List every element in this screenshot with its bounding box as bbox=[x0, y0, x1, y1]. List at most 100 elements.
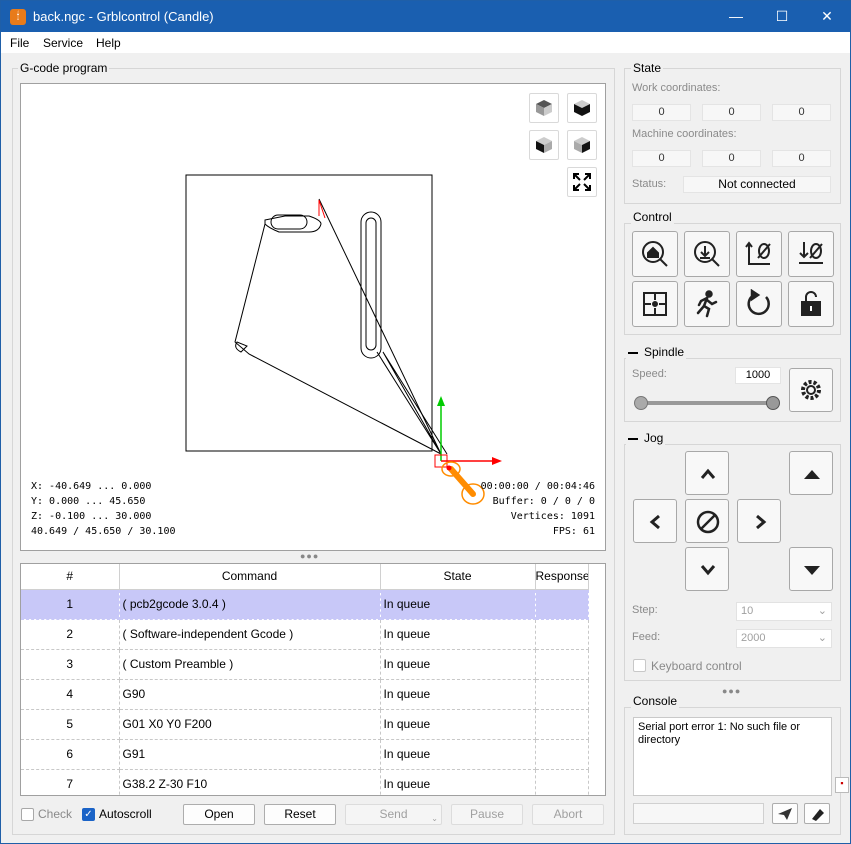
candle-logo-icon: 🕯 bbox=[10, 9, 26, 25]
jog-y-minus-button[interactable] bbox=[685, 547, 729, 591]
cell-state: In queue bbox=[380, 679, 536, 710]
cell-response bbox=[535, 619, 589, 650]
gcode-3d-viewer[interactable]: X: -40.649 ... 0.000 Y: 0.000 ... 45.650 Z… bbox=[20, 83, 606, 551]
speed-slider-min-handle[interactable] bbox=[634, 396, 648, 410]
keyboard-control-checkbox[interactable] bbox=[633, 659, 646, 672]
menu-service[interactable]: Service bbox=[43, 36, 83, 50]
reset-machine-button[interactable] bbox=[736, 281, 782, 327]
machine-y-field: 0 bbox=[702, 150, 761, 167]
fit-view-button[interactable] bbox=[567, 167, 597, 197]
open-button[interactable]: Open bbox=[183, 804, 255, 825]
view-iso-button[interactable] bbox=[567, 130, 597, 160]
console-output[interactable]: Serial port error 1: No such file or dir… bbox=[633, 717, 832, 796]
zero-xy-icon bbox=[745, 241, 771, 265]
step-combobox[interactable]: 10 ⌄ bbox=[736, 602, 832, 621]
restore-origin-icon bbox=[643, 292, 667, 316]
panel-splitter-handle[interactable]: ●●● bbox=[722, 686, 741, 696]
console-command-input[interactable] bbox=[633, 803, 764, 824]
close-button[interactable]: ✕ bbox=[804, 1, 850, 32]
view-left-button[interactable] bbox=[529, 130, 559, 160]
console-clear-button[interactable] bbox=[804, 803, 830, 824]
table-row[interactable]: 6 G91 In queue bbox=[21, 739, 589, 770]
unlock-icon bbox=[801, 291, 821, 316]
splitter-handle[interactable]: ●●● bbox=[300, 551, 319, 561]
triangle-up-icon bbox=[804, 470, 820, 479]
cell-num: 7 bbox=[21, 769, 120, 795]
slot-outer bbox=[360, 211, 382, 359]
check-label: Check bbox=[38, 807, 73, 821]
x-range-text: X: -40.649 ... 0.000 bbox=[31, 481, 152, 492]
view-front-button[interactable] bbox=[567, 93, 597, 123]
send-dropdown-icon: ⌄ bbox=[431, 814, 438, 823]
reset-button[interactable]: Reset bbox=[264, 804, 336, 825]
spindle-toggle-button[interactable] bbox=[789, 368, 833, 412]
col-header-num[interactable]: # bbox=[21, 564, 120, 590]
menu-file[interactable]: File bbox=[10, 36, 29, 50]
reset-icon bbox=[747, 289, 770, 316]
cell-num: 5 bbox=[21, 709, 120, 740]
pause-button[interactable]: Pause bbox=[451, 804, 523, 825]
stop-icon bbox=[696, 510, 720, 534]
cell-state: In queue bbox=[380, 619, 536, 650]
table-row[interactable]: 1( pcb2gcode 3.0.4 ) In queue bbox=[21, 589, 589, 620]
cell-num: 3 bbox=[21, 649, 120, 680]
jog-title-text: Jog bbox=[644, 431, 664, 445]
table-row[interactable]: 2( Software-independent Gcode ) In queue bbox=[21, 619, 589, 650]
cell-command: ( pcb2gcode 3.0.4 ) bbox=[119, 589, 381, 620]
table-row[interactable]: 7 G38.2 Z-30 F10 In queue bbox=[21, 769, 589, 795]
cell-state: In queue bbox=[380, 709, 536, 740]
collapse-dash-icon[interactable] bbox=[628, 437, 638, 440]
safe-position-icon bbox=[696, 290, 718, 318]
feed-combobox[interactable]: 2000 ⌄ bbox=[736, 629, 832, 648]
jog-stop-button[interactable] bbox=[685, 499, 729, 543]
col-header-command[interactable]: Command bbox=[119, 564, 381, 590]
col-header-state[interactable]: State bbox=[380, 564, 536, 590]
collapse-dash-icon[interactable] bbox=[628, 351, 638, 354]
table-row[interactable]: 4 G90 In queue bbox=[21, 679, 589, 710]
jog-x-plus-button[interactable] bbox=[737, 499, 781, 543]
view-top-button[interactable] bbox=[529, 93, 559, 123]
title-bar: 🕯 back.ngc - Grblcontrol (Candle) — ☐ ✕ bbox=[1, 1, 850, 32]
tool-tip bbox=[446, 465, 452, 471]
table-row[interactable]: 3( Custom Preamble ) In queue bbox=[21, 649, 589, 680]
triangle-down-icon bbox=[804, 566, 820, 575]
machine-z-field: 0 bbox=[772, 150, 831, 167]
jog-y-plus-button[interactable] bbox=[685, 451, 729, 495]
console-send-button[interactable] bbox=[772, 803, 798, 824]
status-label: Status: bbox=[632, 178, 667, 190]
speed-input[interactable]: 1000 bbox=[735, 367, 781, 384]
feed-label: Feed: bbox=[632, 631, 661, 643]
chevron-up-icon bbox=[700, 468, 716, 479]
chevron-left-icon bbox=[649, 514, 660, 530]
maximize-button[interactable]: ☐ bbox=[759, 1, 805, 32]
menu-help[interactable]: Help bbox=[96, 36, 121, 50]
zero-z-button[interactable] bbox=[788, 231, 834, 277]
autoscroll-checkbox[interactable]: ✓ bbox=[82, 808, 95, 821]
status-field: Not connected bbox=[683, 176, 831, 193]
restore-origin-button[interactable] bbox=[632, 281, 678, 327]
speed-slider-track[interactable] bbox=[640, 401, 774, 405]
speed-slider-handle[interactable] bbox=[766, 396, 780, 410]
check-checkbox[interactable] bbox=[21, 808, 34, 821]
z-range-text: Z: -0.100 ... 30.000 bbox=[31, 511, 152, 522]
cell-state: In queue bbox=[380, 769, 536, 795]
home-button[interactable] bbox=[632, 231, 678, 277]
cube-top-icon bbox=[536, 100, 552, 116]
cell-state: In queue bbox=[380, 649, 536, 680]
jog-z-plus-button[interactable] bbox=[789, 451, 833, 495]
spindle-title-text: Spindle bbox=[644, 345, 685, 359]
zero-xy-button[interactable] bbox=[736, 231, 782, 277]
x-axis-arrow bbox=[492, 457, 502, 465]
send-button[interactable]: Send ⌄ bbox=[345, 804, 442, 825]
probe-z-button[interactable] bbox=[684, 231, 730, 277]
jog-x-minus-button[interactable] bbox=[633, 499, 677, 543]
main-window: 🕯 back.ngc - Grblcontrol (Candle) — ☐ ✕ … bbox=[0, 0, 851, 844]
minimize-button[interactable]: — bbox=[713, 1, 759, 32]
table-row[interactable]: 5 G01 X0 Y0 F200 In queue bbox=[21, 709, 589, 740]
unlock-button[interactable] bbox=[788, 281, 834, 327]
safe-position-button[interactable] bbox=[684, 281, 730, 327]
abort-button[interactable]: Abort bbox=[532, 804, 604, 825]
cell-state: In queue bbox=[380, 589, 536, 620]
jog-z-minus-button[interactable] bbox=[789, 547, 833, 591]
col-header-response[interactable]: Response bbox=[535, 564, 589, 590]
